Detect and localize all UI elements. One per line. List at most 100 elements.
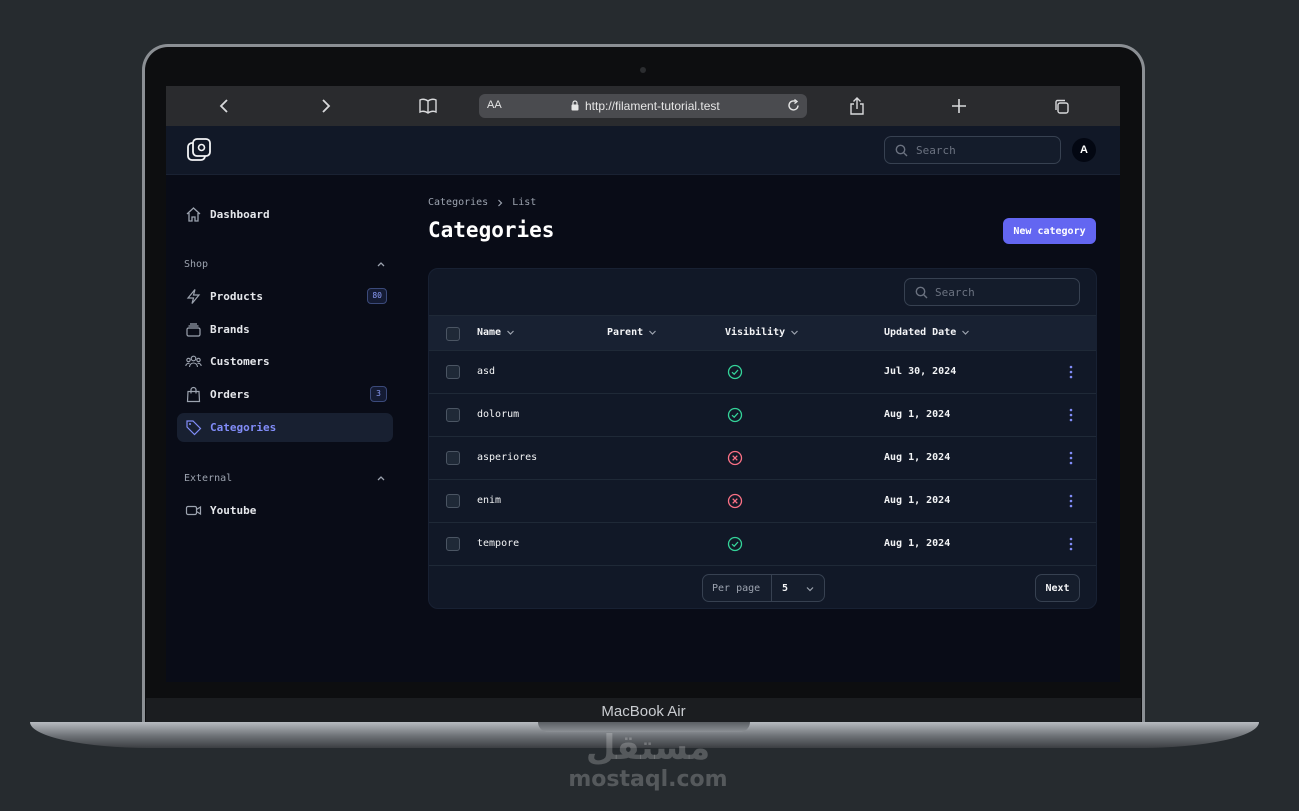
page-title: Categories bbox=[428, 218, 555, 242]
new-category-button[interactable]: New category bbox=[1003, 218, 1096, 244]
app-logo[interactable] bbox=[186, 137, 212, 167]
bookmarks-button[interactable] bbox=[415, 94, 441, 118]
search-icon bbox=[915, 286, 928, 299]
shopping-bag-icon bbox=[186, 386, 201, 403]
table-search-input[interactable]: Search bbox=[904, 278, 1080, 306]
cell-name: asd bbox=[477, 366, 496, 377]
nav-group-shop[interactable]: Shop bbox=[184, 257, 386, 273]
sidebar-item-youtube[interactable]: Youtube bbox=[177, 496, 393, 525]
book-icon bbox=[419, 98, 437, 114]
sidebar-item-orders[interactable]: Orders 3 bbox=[177, 380, 393, 409]
lock-icon bbox=[571, 100, 579, 111]
browser-toolbar: AA http://filament-tutorial.test bbox=[166, 86, 1120, 126]
reader-aa-label[interactable]: AA bbox=[487, 99, 502, 111]
watermark-logo: مستقل bbox=[585, 728, 711, 768]
more-vertical-icon[interactable] bbox=[1065, 407, 1077, 423]
per-page-value[interactable]: 5 bbox=[782, 583, 788, 594]
more-vertical-icon[interactable] bbox=[1065, 364, 1077, 380]
column-header-updated-date[interactable]: Updated Date bbox=[884, 327, 970, 338]
sidebar-item-label: Products bbox=[210, 290, 263, 303]
more-vertical-icon[interactable] bbox=[1065, 450, 1077, 466]
watermark-site: mostaql.com bbox=[568, 767, 728, 792]
column-header-parent[interactable]: Parent bbox=[607, 327, 657, 338]
chevron-down-icon bbox=[791, 330, 799, 335]
column-header-visibility[interactable]: Visibility bbox=[725, 327, 799, 338]
column-header-label: Name bbox=[477, 327, 502, 338]
new-tab-button[interactable] bbox=[946, 94, 972, 118]
reload-icon[interactable] bbox=[786, 98, 801, 113]
plus-icon bbox=[952, 99, 966, 113]
sidebar-item-label: Categories bbox=[210, 421, 277, 434]
x-circle-icon bbox=[727, 493, 743, 509]
logo-icon bbox=[187, 138, 211, 161]
column-header-label: Parent bbox=[607, 327, 644, 338]
nav-group-label: Shop bbox=[184, 259, 209, 270]
chevron-up-icon[interactable] bbox=[376, 473, 386, 483]
sidebar-item-label: Youtube bbox=[210, 504, 257, 517]
breadcrumb: Categories List bbox=[428, 197, 536, 208]
search-placeholder: Search bbox=[935, 286, 975, 299]
watermark: مستقل mostaql.com bbox=[548, 728, 748, 792]
table-row[interactable]: tempore Aug 1, 2024 bbox=[429, 523, 1096, 566]
sidebar-item-products[interactable]: Products 80 bbox=[177, 282, 393, 311]
per-page-select[interactable]: Per page 5 bbox=[702, 574, 825, 602]
table-toolbar: Search bbox=[429, 269, 1096, 315]
sidebar-item-label: Brands bbox=[210, 323, 250, 336]
search-icon bbox=[895, 144, 908, 157]
chevron-right-icon bbox=[498, 199, 503, 206]
nav-group-external[interactable]: External bbox=[184, 471, 386, 487]
sidebar-item-label: Orders bbox=[210, 388, 250, 401]
cell-name: asperiores bbox=[477, 452, 538, 463]
table-row[interactable]: dolorum Aug 1, 2024 bbox=[429, 394, 1096, 437]
row-checkbox[interactable] bbox=[446, 408, 460, 422]
chevron-down-icon bbox=[507, 330, 515, 335]
more-vertical-icon[interactable] bbox=[1065, 536, 1077, 552]
screen: AA http://filament-tutorial.test Search bbox=[166, 86, 1120, 682]
chevron-left-icon bbox=[219, 99, 228, 113]
app-topbar: Search A bbox=[166, 126, 1120, 175]
video-camera-icon bbox=[185, 505, 202, 516]
forward-button[interactable] bbox=[313, 94, 339, 118]
search-placeholder: Search bbox=[916, 144, 956, 157]
select-all-checkbox[interactable] bbox=[446, 327, 460, 341]
device-name: MacBook Air bbox=[146, 698, 1141, 724]
address-bar[interactable]: AA http://filament-tutorial.test bbox=[479, 94, 807, 118]
camera bbox=[640, 67, 646, 73]
column-header-label: Updated Date bbox=[884, 327, 957, 338]
next-page-button[interactable]: Next bbox=[1035, 574, 1080, 602]
url-text: http://filament-tutorial.test bbox=[585, 99, 720, 113]
users-icon bbox=[185, 355, 202, 368]
sidebar-item-customers[interactable]: Customers bbox=[177, 347, 393, 376]
chevron-down-icon[interactable] bbox=[805, 584, 815, 594]
chevron-down-icon bbox=[962, 330, 970, 335]
global-search-input[interactable]: Search bbox=[884, 136, 1061, 164]
sidebar-item-dashboard[interactable]: Dashboard bbox=[177, 200, 393, 229]
table-row[interactable]: asd Jul 30, 2024 bbox=[429, 351, 1096, 394]
share-button[interactable] bbox=[844, 94, 870, 118]
more-vertical-icon[interactable] bbox=[1065, 493, 1077, 509]
row-checkbox[interactable] bbox=[446, 451, 460, 465]
products-count-badge: 80 bbox=[367, 288, 387, 304]
row-checkbox[interactable] bbox=[446, 537, 460, 551]
breadcrumb-link-categories[interactable]: Categories bbox=[428, 197, 488, 208]
chevron-down-icon bbox=[649, 330, 657, 335]
tag-icon bbox=[186, 420, 202, 436]
sidebar-item-brands[interactable]: Brands bbox=[177, 315, 393, 344]
column-header-name[interactable]: Name bbox=[477, 327, 515, 338]
back-button[interactable] bbox=[211, 94, 237, 118]
avatar[interactable]: A bbox=[1072, 138, 1096, 162]
tabs-overview-button[interactable] bbox=[1048, 94, 1074, 118]
row-checkbox[interactable] bbox=[446, 365, 460, 379]
row-checkbox[interactable] bbox=[446, 494, 460, 508]
cell-updated-date: Aug 1, 2024 bbox=[884, 409, 951, 420]
table-row[interactable]: enim Aug 1, 2024 bbox=[429, 480, 1096, 523]
sidebar-item-categories[interactable]: Categories bbox=[177, 413, 393, 442]
categories-table: Search Name Parent Visibility Updated Da… bbox=[428, 268, 1097, 609]
check-circle-icon bbox=[727, 536, 743, 552]
cell-updated-date: Aug 1, 2024 bbox=[884, 452, 951, 463]
nav-group-label: External bbox=[184, 473, 233, 484]
orders-count-badge: 3 bbox=[370, 386, 387, 402]
chevron-up-icon[interactable] bbox=[376, 259, 386, 269]
table-header: Name Parent Visibility Updated Date bbox=[429, 315, 1096, 351]
table-row[interactable]: asperiores Aug 1, 2024 bbox=[429, 437, 1096, 480]
